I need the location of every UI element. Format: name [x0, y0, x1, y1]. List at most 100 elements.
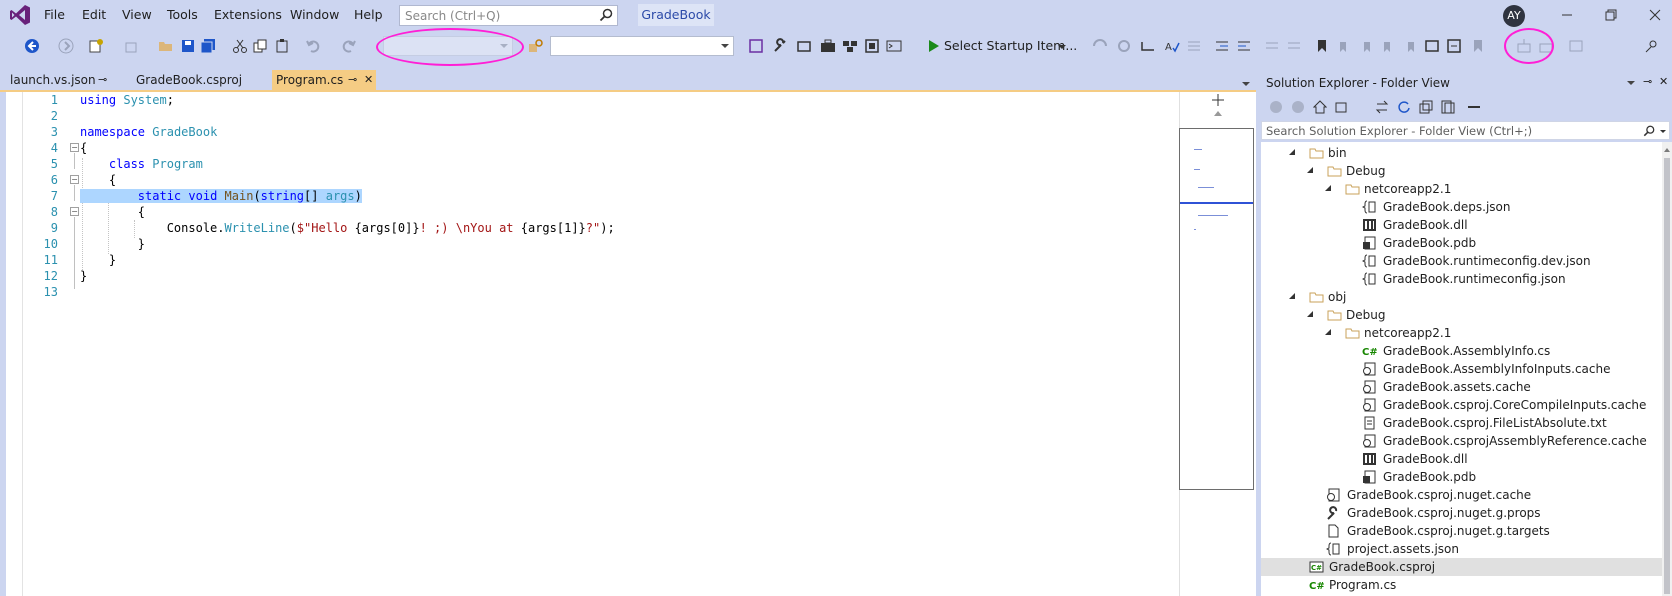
- tree-item-file[interactable]: GradeBook.pdb: [1261, 468, 1662, 486]
- visual-studio-logo-icon[interactable]: [8, 3, 32, 27]
- close-window-icon[interactable]: [1647, 7, 1663, 23]
- team-icon[interactable]: [842, 38, 858, 54]
- pin-icon[interactable]: ⊸: [98, 70, 107, 90]
- briefcase-icon[interactable]: [820, 38, 836, 54]
- tree-item-file[interactable]: GradeBook.csprojAssemblyReference.cache: [1261, 432, 1662, 450]
- live-share-icon[interactable]: [1644, 38, 1660, 54]
- collapse-toggle[interactable]: −: [70, 207, 79, 216]
- tree-item-file[interactable]: C# GradeBook.AssemblyInfo.cs: [1261, 342, 1662, 360]
- sync-icon[interactable]: [1375, 100, 1389, 114]
- hot-reload-icon[interactable]: [1092, 38, 1108, 54]
- next-bookmark-icon[interactable]: [1358, 38, 1374, 54]
- tree-item-file[interactable]: GradeBook.csproj.nuget.cache: [1261, 486, 1662, 504]
- tree-item-file[interactable]: GradeBook.AssemblyInfoInputs.cache: [1261, 360, 1662, 378]
- solution-explorer-tree[interactable]: bin Debug netcoreapp2.1 GradeBook.deps.j…: [1261, 142, 1662, 596]
- tree-item-file[interactable]: GradeBook.dll: [1261, 216, 1662, 234]
- chevron-down-icon[interactable]: [1627, 81, 1635, 85]
- menu-tools[interactable]: Tools: [167, 7, 198, 22]
- switch-views-icon[interactable]: [1335, 100, 1349, 114]
- undo-icon[interactable]: [306, 38, 322, 54]
- forward-icon[interactable]: [58, 38, 74, 54]
- platform-dropdown[interactable]: [550, 36, 734, 56]
- tree-item-file[interactable]: GradeBook.csproj.nuget.g.targets: [1261, 522, 1662, 540]
- menu-file[interactable]: File: [44, 7, 65, 22]
- expanded-arrow-icon[interactable]: [1307, 311, 1313, 317]
- scrollbar-thumb[interactable]: [1664, 158, 1670, 594]
- terminal-icon[interactable]: [886, 38, 902, 54]
- menu-window[interactable]: Window: [290, 7, 339, 22]
- expanded-arrow-icon[interactable]: [1325, 329, 1331, 335]
- comment-icon[interactable]: [1264, 38, 1280, 54]
- menu-edit[interactable]: Edit: [82, 7, 106, 22]
- refresh-icon[interactable]: [1397, 100, 1411, 114]
- solution-explorer-search[interactable]: Search Solution Explorer - Folder View (…: [1261, 121, 1670, 140]
- uncomment-icon[interactable]: [1286, 38, 1302, 54]
- collapse-toggle[interactable]: −: [70, 143, 79, 152]
- expanded-arrow-icon[interactable]: [1289, 293, 1295, 299]
- properties-icon[interactable]: [1467, 100, 1481, 114]
- menu-extensions[interactable]: Extensions: [214, 7, 282, 22]
- tab-gradebook-csproj[interactable]: GradeBook.csproj: [132, 70, 260, 90]
- tree-item-program-cs[interactable]: C# Program.cs: [1261, 576, 1662, 594]
- format-icon[interactable]: [1186, 38, 1202, 54]
- start-icon[interactable]: [925, 38, 941, 54]
- menu-help[interactable]: Help: [354, 7, 383, 22]
- tree-item-gradebook-csproj[interactable]: C# GradeBook.csproj: [1261, 558, 1662, 576]
- wrench-icon[interactable]: [772, 38, 788, 54]
- tree-item-file[interactable]: GradeBook.assets.cache: [1261, 378, 1662, 396]
- bookmark-icon[interactable]: [1314, 38, 1330, 54]
- solution-explorer-scrollbar[interactable]: [1662, 142, 1672, 596]
- menu-view[interactable]: View: [122, 7, 152, 22]
- clear-bookmarks-icon[interactable]: [1470, 38, 1486, 54]
- tree-item-obj[interactable]: obj: [1261, 288, 1662, 306]
- code-editor[interactable]: 1 2 3 4 5 6 7 8 9 10 11 12 13 − − − usin…: [6, 92, 1256, 596]
- tree-item-file[interactable]: GradeBook.deps.json: [1261, 198, 1662, 216]
- next-bookmark-folder-icon[interactable]: [1402, 38, 1418, 54]
- tree-item-file[interactable]: project.assets.json: [1261, 540, 1662, 558]
- cut-icon[interactable]: [232, 38, 248, 54]
- tree-item-file[interactable]: GradeBook.pdb: [1261, 234, 1662, 252]
- new-item-icon[interactable]: [88, 38, 104, 54]
- add-item-icon[interactable]: [124, 38, 140, 54]
- tree-item-file[interactable]: GradeBook.csproj.FileListAbsolute.txt: [1261, 414, 1662, 432]
- save-icon[interactable]: [180, 38, 196, 54]
- collapse-all-icon[interactable]: [1419, 100, 1433, 114]
- close-icon[interactable]: ✕: [1659, 75, 1668, 88]
- toolbar-item-c-icon[interactable]: [1568, 38, 1584, 54]
- expanded-arrow-icon[interactable]: [1307, 167, 1313, 173]
- tree-item-file[interactable]: GradeBook.runtimeconfig.json: [1261, 270, 1662, 288]
- solution-name-badge[interactable]: GradeBook: [638, 4, 714, 26]
- prev-bookmark-icon[interactable]: [1336, 38, 1352, 54]
- tree-item-netcoreapp[interactable]: netcoreapp2.1: [1261, 324, 1662, 342]
- outdent-icon[interactable]: [1214, 38, 1230, 54]
- chevron-down-icon[interactable]: [1660, 130, 1666, 133]
- prev-bookmark-folder-icon[interactable]: [1380, 38, 1396, 54]
- forward-icon[interactable]: [1291, 100, 1305, 114]
- tree-item-debug[interactable]: Debug: [1261, 162, 1662, 180]
- home-icon[interactable]: [1313, 100, 1327, 114]
- search-input[interactable]: Search (Ctrl+Q): [399, 5, 618, 26]
- copy-icon[interactable]: [252, 38, 268, 54]
- tree-item-file[interactable]: GradeBook.csproj.nuget.g.props: [1261, 504, 1662, 522]
- show-all-files-icon[interactable]: [1441, 100, 1455, 114]
- split-editor-icon[interactable]: [1210, 94, 1226, 106]
- tree-item-file[interactable]: GradeBook.dll: [1261, 450, 1662, 468]
- tree-item-bin[interactable]: bin: [1261, 144, 1662, 162]
- paste-icon[interactable]: [274, 38, 290, 54]
- breakpoints-icon[interactable]: [1116, 38, 1132, 54]
- user-avatar[interactable]: AY: [1503, 5, 1525, 27]
- bookmark-window-icon[interactable]: [1424, 38, 1440, 54]
- tab-program-cs[interactable]: Program.cs ⊸ ✕: [272, 70, 376, 90]
- chevron-down-icon[interactable]: [1242, 82, 1250, 86]
- back-icon[interactable]: [24, 38, 40, 54]
- scroll-up-icon[interactable]: [1214, 111, 1222, 116]
- pin-icon[interactable]: ⊸: [1643, 75, 1652, 88]
- chevron-down-icon[interactable]: [1058, 45, 1066, 49]
- tree-item-debug[interactable]: Debug: [1261, 306, 1662, 324]
- expanded-arrow-icon[interactable]: [1289, 149, 1295, 155]
- pin-icon[interactable]: ⊸: [348, 70, 357, 90]
- code-minimap[interactable]: [1179, 128, 1254, 490]
- close-icon[interactable]: ✕: [364, 70, 373, 90]
- toolbox-icon[interactable]: [796, 38, 812, 54]
- spell-icon[interactable]: A: [1164, 38, 1180, 54]
